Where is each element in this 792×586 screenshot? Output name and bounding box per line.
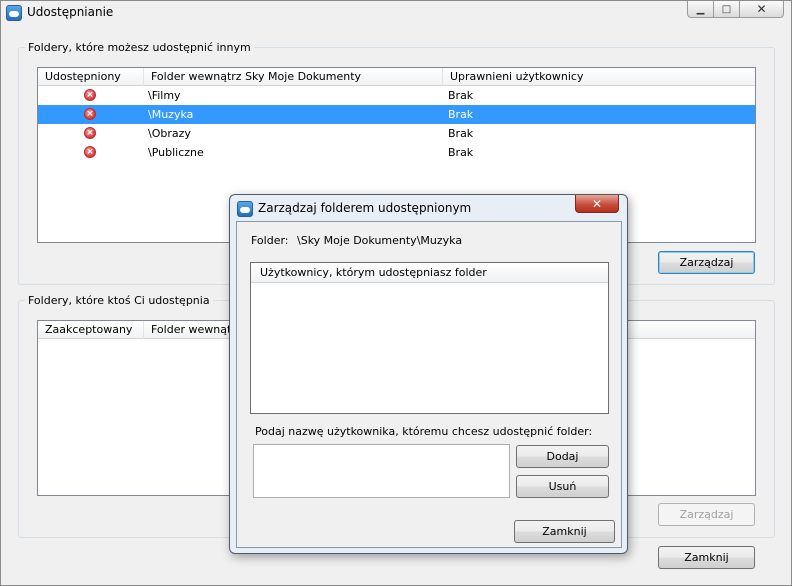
table-row[interactable]: × \Publiczne Brak <box>38 143 755 162</box>
minimize-button[interactable]: ▁ <box>687 1 714 18</box>
remove-icon: × <box>84 89 96 101</box>
close-dialog-button[interactable]: ✕ <box>575 195 619 213</box>
username-value <box>254 445 509 451</box>
folder-cell: \Muzyka <box>148 108 194 121</box>
username-field[interactable] <box>253 444 510 498</box>
column-header-users[interactable]: Użytkownicy, którym udostępniasz folder <box>251 263 608 283</box>
folder-path: \Sky Moje Dokumenty\Muzyka <box>297 234 463 247</box>
remove-icon: × <box>84 127 96 139</box>
users-list[interactable]: Użytkownicy, którym udostępniasz folder <box>250 262 609 414</box>
manage-folder-dialog: Zarządzaj folderem udostępnionym ✕ Folde… <box>229 194 628 554</box>
users-cell: Brak <box>448 127 474 140</box>
window-title: Udostępnianie <box>27 5 114 19</box>
list-header: Użytkownicy, którym udostępniasz folder <box>251 263 608 283</box>
folder-cell: \Publiczne <box>148 146 204 159</box>
column-header-users[interactable]: Uprawnieni użytkownicy <box>443 68 755 86</box>
username-prompt: Podaj nazwę użytkownika, któremu chcesz … <box>255 425 593 438</box>
folder-cell: \Obrazy <box>148 127 191 140</box>
cloud-app-icon <box>237 201 253 217</box>
title-bar[interactable]: Udostępnianie ▁ □ ✕ <box>1 1 791 25</box>
users-cell: Brak <box>448 146 474 159</box>
table-row[interactable]: × \Obrazy Brak <box>38 124 755 143</box>
column-header-folder[interactable]: Folder wewnątrz Sky Moje Dokumenty <box>144 68 443 86</box>
shared-with-me-label: Foldery, które ktoś Ci udostępnia <box>25 294 213 307</box>
users-cell: Brak <box>448 89 474 102</box>
close-window-button[interactable]: ✕ <box>739 1 784 18</box>
remove-icon: × <box>84 146 96 158</box>
dialog-title: Zarządzaj folderem udostępnionym <box>258 201 472 215</box>
maximize-button[interactable]: □ <box>713 1 740 18</box>
close-dialog-bottom-button[interactable]: Zamknij <box>514 520 615 543</box>
column-header-accepted[interactable]: Zaakceptowany <box>38 321 144 339</box>
close-button[interactable]: Zamknij <box>658 546 755 569</box>
table-row[interactable]: × \Filmy Brak <box>38 86 755 105</box>
add-user-button[interactable]: Dodaj <box>516 445 609 468</box>
folder-label: Folder: <box>251 234 289 247</box>
table-row[interactable]: × \Muzyka Brak <box>38 105 755 124</box>
manage-shared-button[interactable]: Zarządzaj <box>658 251 755 274</box>
column-header-shared[interactable]: Udostępniony <box>38 68 144 86</box>
folder-cell: \Filmy <box>148 89 181 102</box>
dialog-body: Folder: \Sky Moje Dokumenty\Muzyka Użytk… <box>236 221 622 548</box>
list-header: Udostępniony Folder wewnątrz Sky Moje Do… <box>38 68 755 86</box>
manage-received-button[interactable]: Zarządzaj <box>658 503 755 526</box>
cloud-app-icon <box>6 5 22 21</box>
remove-icon: × <box>84 108 96 120</box>
users-cell: Brak <box>448 108 474 121</box>
shared-by-me-label: Foldery, które możesz udostępnić innym <box>25 41 254 54</box>
remove-user-button[interactable]: Usuń <box>516 475 609 498</box>
